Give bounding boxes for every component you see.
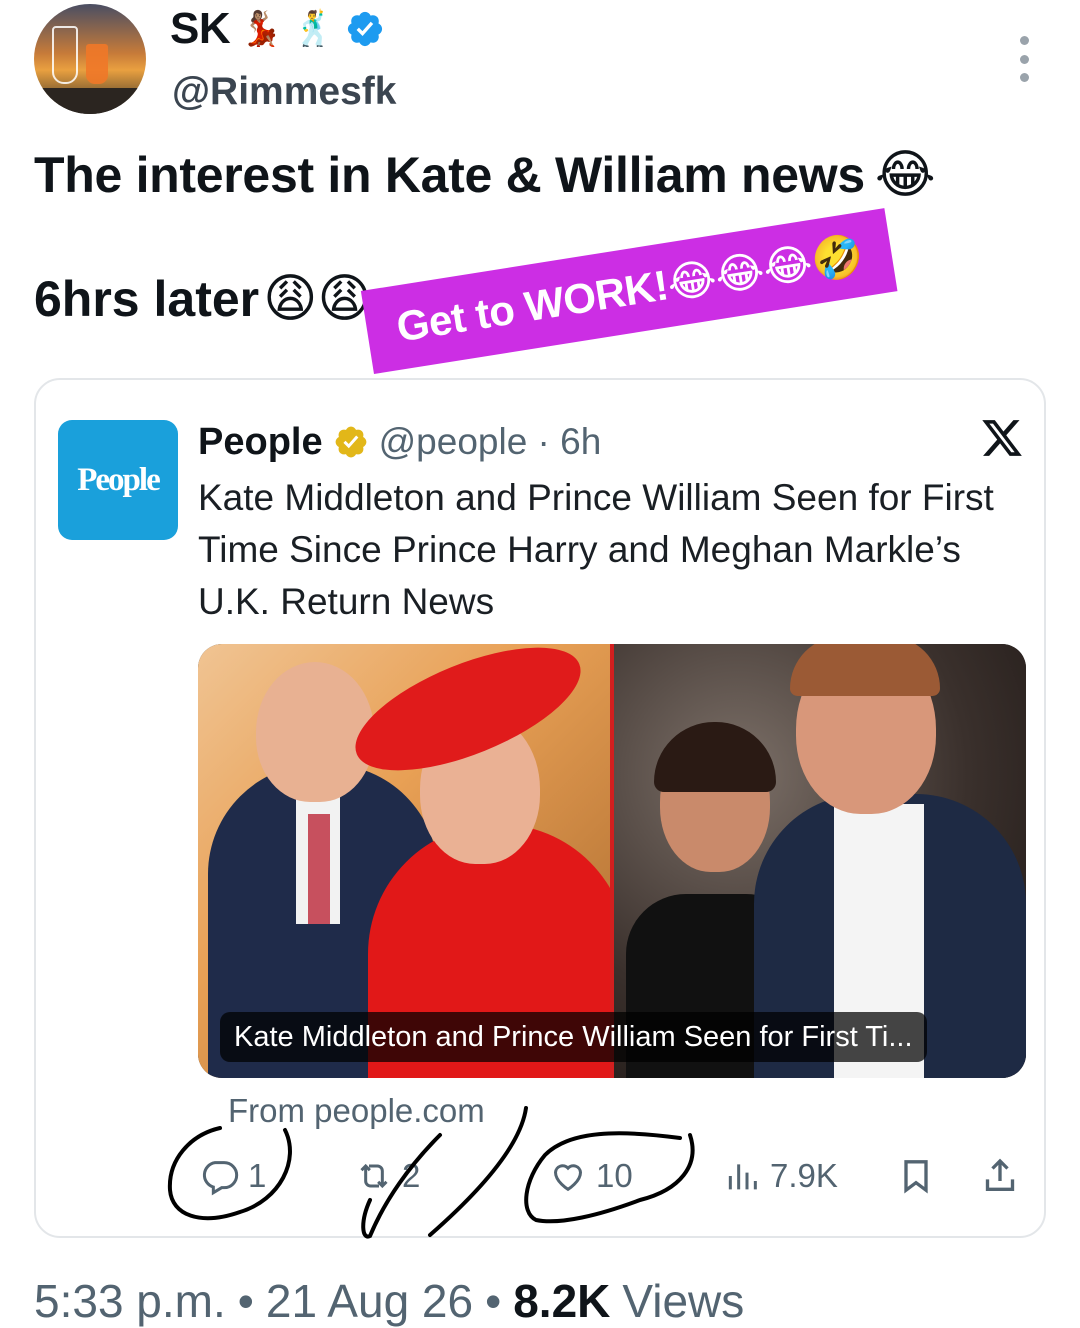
quoted-author-name[interactable]: People <box>198 421 323 464</box>
tweet-text-line-2: 6hrs later 😩😩 <box>34 264 372 334</box>
more-options-icon[interactable] <box>1012 36 1036 82</box>
share-button[interactable] <box>980 1150 1020 1202</box>
views-number: 8.2K <box>513 1275 611 1327</box>
quoted-author-row: People @people · 6h <box>198 418 601 466</box>
views-label: Views <box>622 1275 745 1327</box>
retweet-button[interactable]: 2 <box>354 1150 420 1202</box>
tweet-time[interactable]: 5:33 p.m. <box>34 1274 226 1328</box>
link-source[interactable]: From people.com <box>228 1092 485 1130</box>
quoted-headline: Kate Middleton and Prince William Seen f… <box>198 477 994 622</box>
share-icon <box>985 1158 1015 1191</box>
weary-emoji: 😩😩 <box>263 270 372 328</box>
reply-count: 1 <box>248 1157 267 1194</box>
tweet-date[interactable]: 21 Aug 26 <box>266 1274 473 1328</box>
views-button[interactable]: 7.9K <box>722 1150 838 1202</box>
retweet-count: 2 <box>402 1157 421 1194</box>
tweet-text: The interest in Kate & William news <box>34 147 865 203</box>
sticker-text: Get to WORK!😂😂😂🤣 <box>393 230 867 351</box>
reply-button[interactable]: 1 <box>200 1150 266 1202</box>
quoted-tweet-card[interactable]: People People @people · 6h Kate Middleto… <box>34 378 1046 1238</box>
like-button[interactable]: 10 <box>548 1150 633 1202</box>
text-sticker: Get to WORK!😂😂😂🤣 <box>360 208 898 374</box>
gold-verified-badge-icon <box>335 426 366 458</box>
people-avatar[interactable]: People <box>58 420 178 540</box>
action-bar: 1 2 10 7.9K <box>36 1150 1048 1202</box>
bookmark-icon <box>904 1160 928 1194</box>
image-caption: Kate Middleton and Prince William Seen f… <box>220 1012 927 1062</box>
tweet-header: SK 💃🏽 🕺 @Rimmesfk <box>0 0 1080 130</box>
reply-icon <box>202 1161 239 1196</box>
tweet-text-line-1: The interest in Kate & William news 😂 <box>34 140 936 210</box>
author-name-row: SK 💃🏽 🕺 <box>170 4 385 54</box>
article-image[interactable]: Kate Middleton and Prince William Seen f… <box>198 644 1026 1078</box>
laughing-emoji: 😂 <box>874 146 936 204</box>
retweet-icon <box>360 1163 388 1189</box>
views-count: 7.9K <box>770 1157 838 1194</box>
people-logo-text: People <box>77 461 160 498</box>
tweet-text-2: 6hrs later <box>34 271 260 327</box>
heart-icon <box>553 1164 583 1192</box>
dancer-emoji: 💃🏽 <box>240 10 283 48</box>
x-logo-icon <box>982 420 1022 456</box>
verified-badge-icon <box>347 11 382 47</box>
separator-dot: • <box>237 1275 254 1327</box>
display-name[interactable]: SK <box>170 4 231 54</box>
analytics-icon <box>728 1164 757 1190</box>
like-count: 10 <box>596 1157 633 1194</box>
avatar[interactable] <box>34 4 146 114</box>
author-handle[interactable]: @Rimmesfk <box>172 70 396 114</box>
bookmark-button[interactable] <box>896 1150 936 1202</box>
tweet-meta: 5:33 p.m. • 21 Aug 26 • 8.2K Views <box>34 1274 744 1328</box>
quoted-author-handle[interactable]: @people · 6h <box>379 421 602 463</box>
separator-dot: • <box>485 1275 502 1327</box>
man-dancing-emoji: 🕺 <box>292 10 335 48</box>
